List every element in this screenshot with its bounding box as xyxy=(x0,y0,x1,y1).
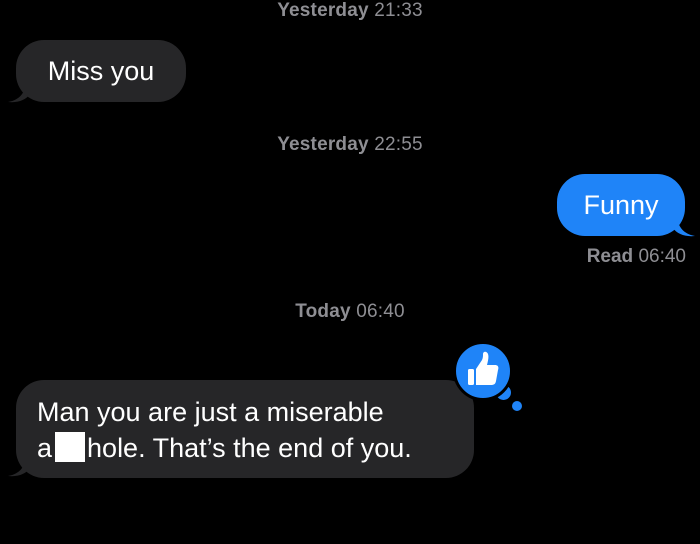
tapback-bubble xyxy=(453,341,513,401)
timestamp-time: 06:40 xyxy=(356,301,405,322)
message-line-2-end: hole. That’s the end of you. xyxy=(87,433,412,463)
timestamp-yesterday-2255: Yesterday 22:55 xyxy=(0,134,700,156)
read-label: Read xyxy=(586,246,634,267)
timestamp-today-0640: Today 06:40 xyxy=(0,301,700,323)
timestamp-time: 22:55 xyxy=(374,134,423,155)
message-bubble: Miss you xyxy=(16,40,186,102)
censor-block xyxy=(55,432,86,462)
timestamp-day: Today xyxy=(295,301,351,322)
message-line-1: Man you are just a miserable xyxy=(37,397,384,427)
timestamp-yesterday-2133: Yesterday 21:33 xyxy=(0,0,700,22)
message-line-2: a hole. That’s the end of you. xyxy=(37,430,474,466)
read-time: 06:40 xyxy=(638,246,686,267)
read-receipt: Read 06:40 xyxy=(587,246,686,268)
message-line-2-start: a xyxy=(37,433,53,463)
thumbs-up-icon xyxy=(468,351,499,385)
timestamp-day: Yesterday xyxy=(277,134,369,155)
message-bubble: Man you are just a miserable a hole. That… xyxy=(16,380,474,478)
message-bubble: Funny xyxy=(557,174,685,236)
timestamp-time: 21:33 xyxy=(374,0,423,21)
tapback-tail-dot-small xyxy=(512,401,522,411)
timestamp-day: Yesterday xyxy=(277,0,369,21)
